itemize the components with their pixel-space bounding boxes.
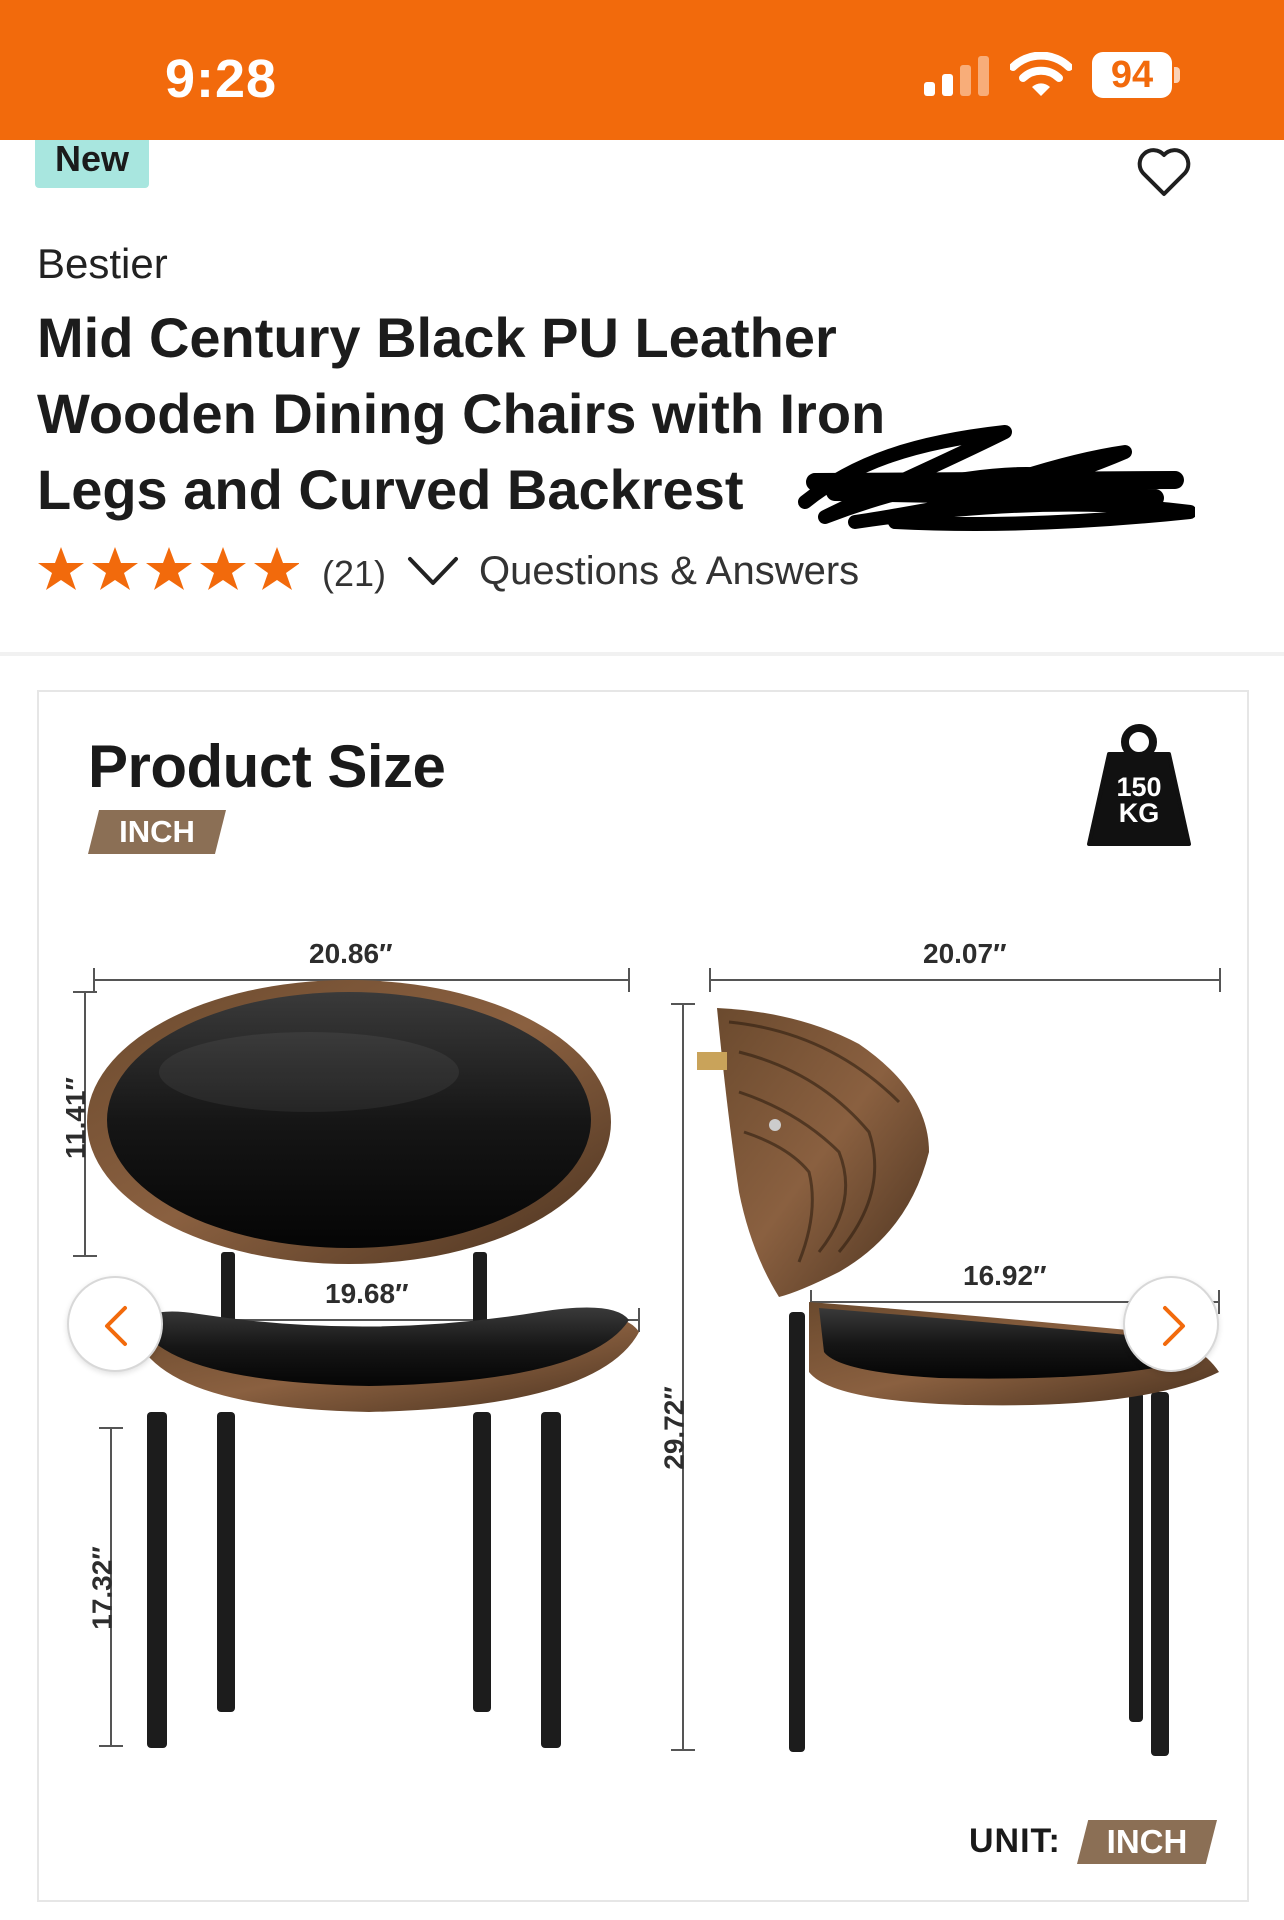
rating-stars[interactable]: [37, 545, 299, 597]
redaction-scribble: [798, 425, 1195, 531]
section-divider: [0, 652, 1284, 656]
side-chair: [697, 1008, 1219, 1756]
dim-seat-height: 17.32″: [86, 1546, 118, 1630]
chevron-left-icon: [105, 1306, 127, 1346]
status-bar: 9:28 94: [0, 0, 1284, 140]
signal-icon: [924, 56, 989, 96]
next-image-button[interactable]: [1123, 1276, 1219, 1372]
unit-label: UNIT:: [969, 1822, 1061, 1860]
image-title: Product Size: [88, 733, 446, 800]
star-icon: [38, 547, 84, 590]
dim-seat-width: 19.68″: [325, 1278, 409, 1309]
unit-tag: INCH: [1077, 1820, 1217, 1864]
chevron-right-icon: [1163, 1306, 1185, 1346]
chevron-down-icon[interactable]: [407, 551, 459, 591]
dim-back-height: 11.41″: [59, 1077, 91, 1159]
dim-seat-depth: 16.92″: [963, 1260, 1047, 1291]
dim-front-width: 20.86″: [309, 938, 393, 969]
star-icon: [92, 547, 138, 590]
product-image[interactable]: Product Size INCH 150 KG 20.86″ 11.41″ 1…: [37, 690, 1249, 1902]
wifi-icon: [1010, 52, 1072, 96]
image-unit-tag: INCH: [88, 810, 226, 854]
rating-row: (21) Questions & Answers: [37, 545, 1187, 601]
star-icon: [146, 547, 192, 590]
battery-icon: 94: [1092, 52, 1182, 98]
status-time: 9:28: [165, 49, 278, 109]
new-badge: New: [35, 140, 149, 188]
chair-dimension-drawing: [73, 724, 1221, 1756]
dim-side-depth: 20.07″: [923, 938, 1007, 969]
dim-total-height: 29.72″: [658, 1386, 690, 1470]
star-icon: [200, 547, 246, 590]
weight-unit: KG: [1118, 798, 1160, 828]
brand-name[interactable]: Bestier: [37, 240, 168, 288]
battery-level: 94: [1110, 54, 1154, 96]
previous-image-button[interactable]: [67, 1276, 163, 1372]
weight-value: 150: [1116, 772, 1162, 802]
weight-capacity: 150 KG: [1083, 772, 1195, 828]
front-chair: [87, 980, 639, 1748]
star-icon: [254, 547, 299, 590]
unit-row: UNIT: INCH: [969, 1820, 1229, 1866]
heart-icon[interactable]: [1136, 146, 1192, 198]
questions-answers-link[interactable]: Questions & Answers: [479, 549, 859, 594]
rating-count[interactable]: (21): [322, 553, 386, 595]
